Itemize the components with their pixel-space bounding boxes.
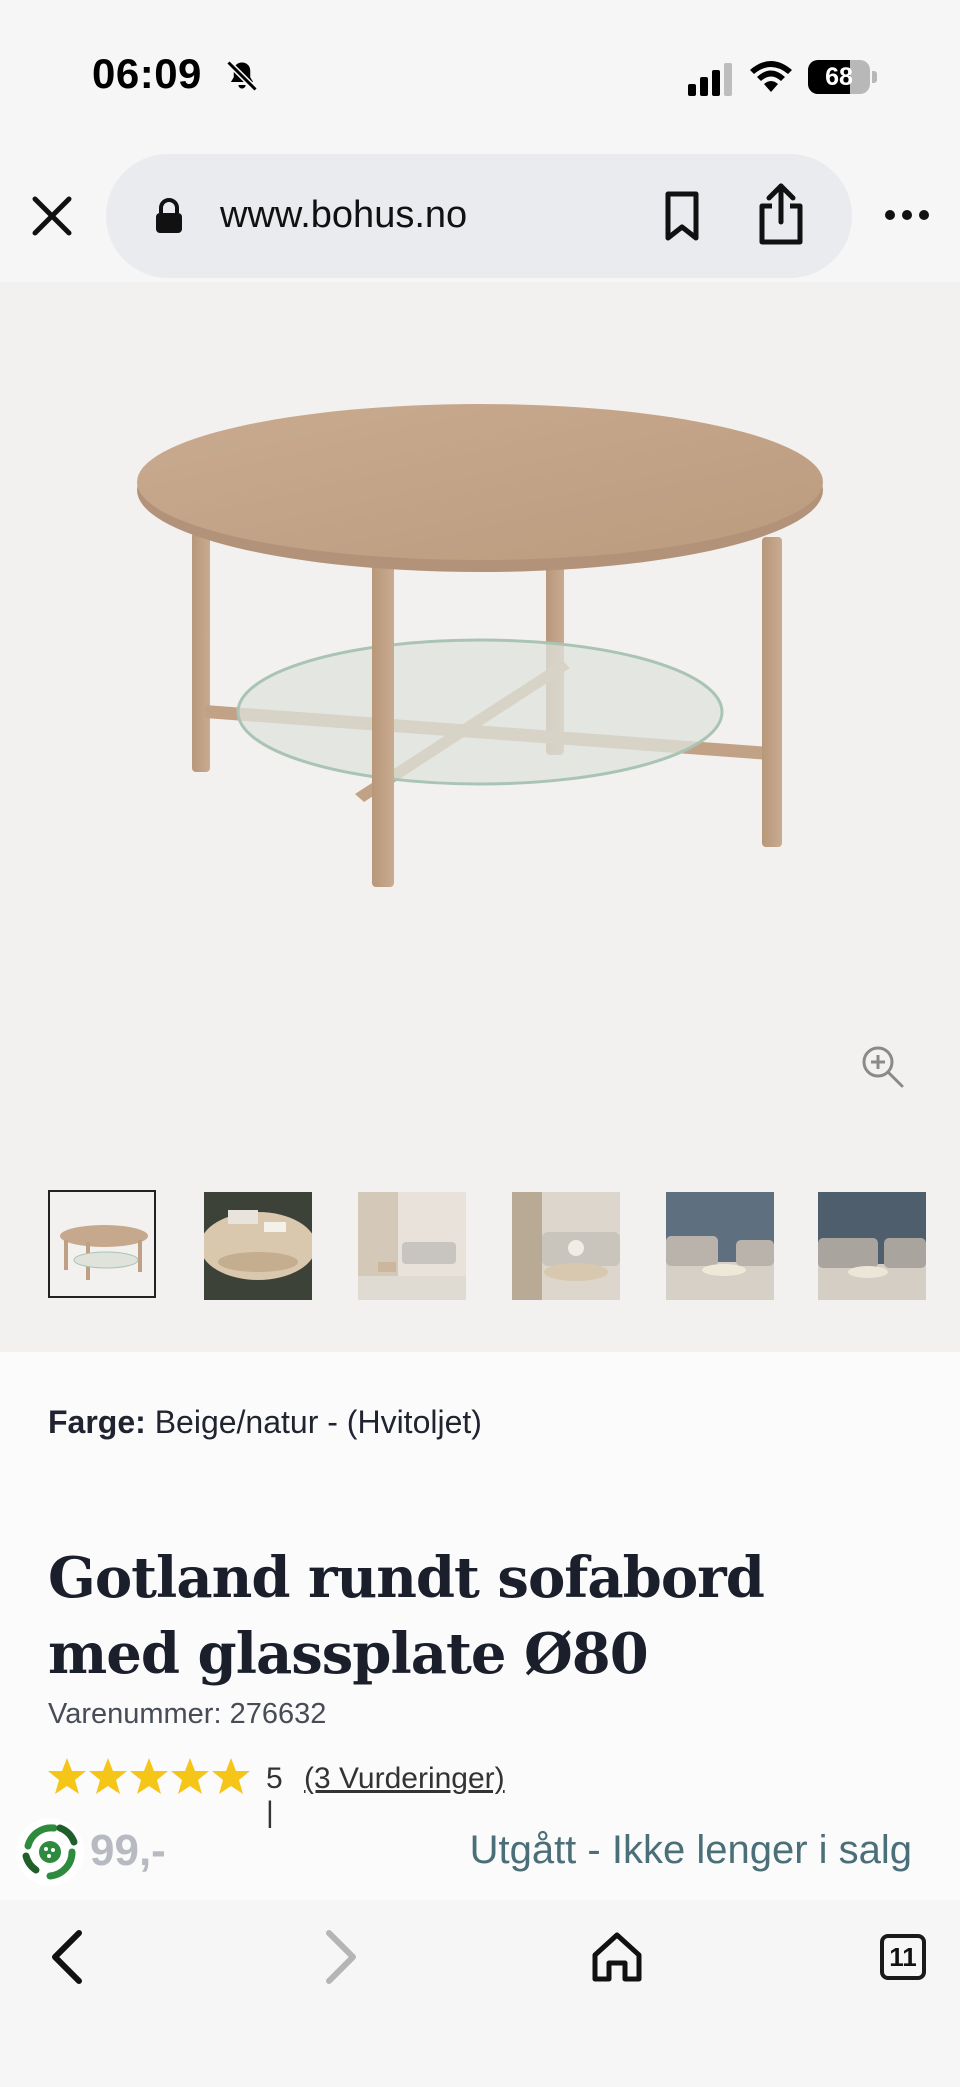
color-value: Beige/natur - (Hvitoljet) xyxy=(154,1404,482,1440)
product-sku: Varenummer: 276632 xyxy=(48,1698,327,1730)
url-text: www.bohus.no xyxy=(220,194,468,236)
thumbnail-4[interactable] xyxy=(512,1192,620,1300)
bookmark-icon[interactable] xyxy=(658,190,706,242)
sale-status: Utgått - Ikke lenger i salg xyxy=(469,1828,912,1872)
address-bar[interactable]: www.bohus.no xyxy=(106,154,852,278)
wifi-icon xyxy=(750,61,792,92)
color-selection: Farge: Beige/natur - (Hvitoljet) xyxy=(48,1404,482,1441)
browser-toolbar: www.bohus.no xyxy=(0,150,960,282)
home-button[interactable] xyxy=(582,1922,652,1992)
cellular-signal-icon xyxy=(688,63,732,96)
thumbnail-3[interactable] xyxy=(358,1192,466,1300)
chevron-left-icon xyxy=(52,1930,82,1984)
status-bar: 06:09 68 xyxy=(0,0,960,150)
star-icon xyxy=(130,1758,168,1794)
bell-muted-icon xyxy=(226,60,258,92)
forward-button[interactable] xyxy=(306,1922,376,1992)
browser-bottom-nav: 11 xyxy=(0,1900,960,2087)
battery-indicator: 68 xyxy=(808,60,877,94)
thumbnail-strip xyxy=(48,1190,960,1306)
price-row: 99,- Utgått - Ikke lenger i salg xyxy=(0,1812,960,1896)
close-button[interactable] xyxy=(26,190,78,242)
price: 99,- xyxy=(90,1826,166,1875)
star-icon xyxy=(48,1758,86,1794)
star-icon xyxy=(89,1758,127,1794)
star-icon xyxy=(171,1758,209,1794)
battery-percentage: 68 xyxy=(825,63,853,91)
star-icon xyxy=(212,1758,250,1794)
thumbnail-2[interactable] xyxy=(204,1192,312,1300)
tabs-count: 11 xyxy=(880,1934,926,1980)
more-options-icon[interactable] xyxy=(882,198,932,232)
back-button[interactable] xyxy=(32,1922,102,1992)
color-label: Farge: xyxy=(48,1404,146,1440)
share-icon[interactable] xyxy=(754,182,808,246)
reviews-link[interactable]: (3 Vurderinger) xyxy=(304,1762,505,1796)
product-image[interactable] xyxy=(100,402,860,982)
tabs-button[interactable]: 11 xyxy=(868,1922,938,1992)
thumbnail-6[interactable] xyxy=(818,1192,926,1300)
lock-icon xyxy=(156,198,182,233)
home-icon xyxy=(592,1932,642,1982)
chevron-right-icon xyxy=(326,1930,356,1984)
close-icon xyxy=(32,196,72,236)
thumbnail-5[interactable] xyxy=(666,1192,774,1300)
product-gallery xyxy=(0,282,960,1352)
product-title: Gotland rundt sofabord med glassplate Ø8… xyxy=(48,1545,765,1687)
thumbnail-1[interactable] xyxy=(48,1190,156,1298)
eco-badge-icon[interactable] xyxy=(14,1816,86,1888)
zoom-icon[interactable] xyxy=(858,1042,906,1090)
status-time: 06:09 xyxy=(92,50,202,97)
